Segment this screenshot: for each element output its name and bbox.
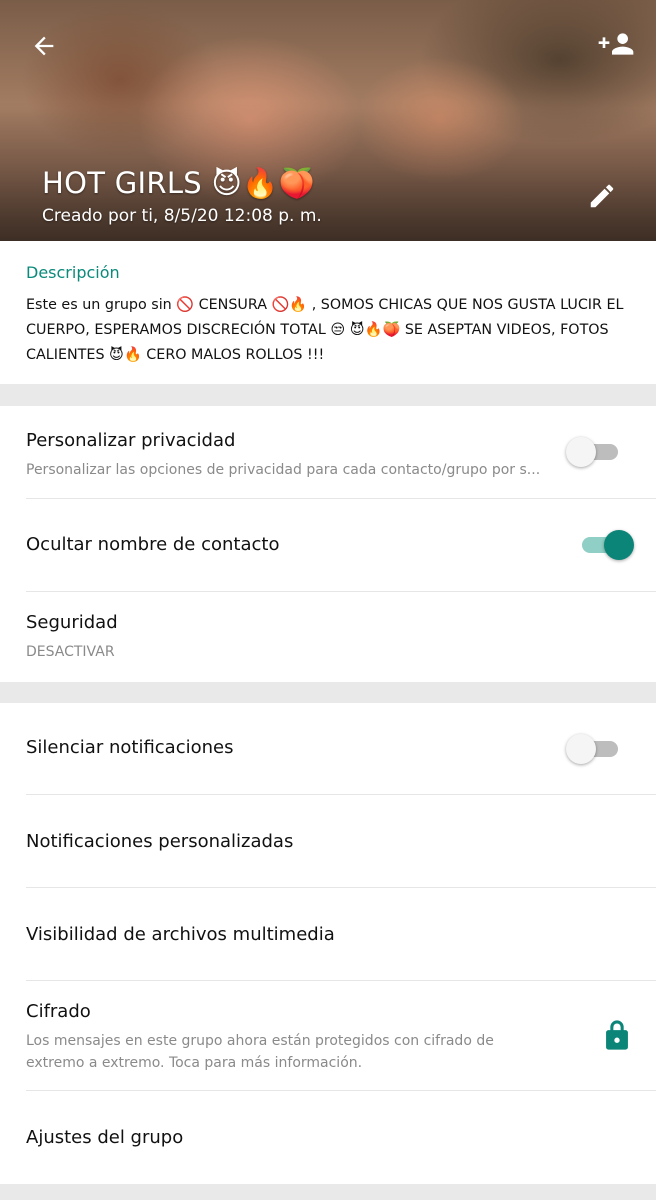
description-text: Este es un grupo sin 🚫 CENSURA 🚫🔥 , SOMO… — [26, 297, 624, 363]
group-settings-title: Ajustes del grupo — [26, 1127, 184, 1148]
encryption-row[interactable]: Cifrado Los mensajes en este grupo ahora… — [0, 981, 656, 1091]
toggle-thumb — [566, 734, 596, 764]
mute-notifications-title: Silenciar notificaciones — [26, 737, 234, 758]
custom-privacy-row[interactable]: Personalizar privacidad Personalizar las… — [0, 406, 656, 499]
custom-privacy-title: Personalizar privacidad — [26, 430, 236, 451]
privacy-section: Personalizar privacidad Personalizar las… — [0, 406, 656, 682]
security-title: Seguridad — [26, 612, 118, 633]
arrow-back-icon — [34, 36, 54, 56]
back-button[interactable] — [24, 26, 64, 66]
encryption-subtitle-line2: extremo a extremo. Toca para más informa… — [26, 1055, 363, 1071]
group-description-section[interactable]: Descripción Este es un grupo sin 🚫 CENSU… — [0, 241, 656, 384]
hide-contact-name-toggle[interactable] — [578, 528, 634, 562]
hide-contact-name-title: Ocultar nombre de contacto — [26, 534, 280, 555]
security-subtitle: DESACTIVAR — [26, 644, 115, 660]
media-visibility-row[interactable]: Visibilidad de archivos multimedia — [0, 888, 656, 981]
lock-icon — [606, 1020, 628, 1050]
toggle-thumb — [604, 530, 634, 560]
toggle-thumb — [566, 437, 596, 467]
custom-privacy-toggle[interactable] — [566, 435, 622, 469]
add-participant-icon — [598, 33, 634, 55]
custom-privacy-subtitle: Personalizar las opciones de privacidad … — [26, 462, 541, 478]
security-row[interactable]: Seguridad DESACTIVAR — [0, 592, 656, 682]
group-header: HOT GIRLS 😈🔥🍑 Creado por ti, 8/5/20 12:0… — [0, 0, 656, 241]
group-title: HOT GIRLS 😈🔥🍑 — [42, 166, 315, 200]
mute-notifications-row[interactable]: Silenciar notificaciones — [0, 703, 656, 795]
custom-notifications-row[interactable]: Notificaciones personalizadas — [0, 795, 656, 888]
group-settings-section: Silenciar notificaciones Notificaciones … — [0, 703, 656, 1184]
hide-contact-name-row[interactable]: Ocultar nombre de contacto — [0, 499, 656, 592]
group-settings-row[interactable]: Ajustes del grupo — [0, 1091, 656, 1184]
custom-notifications-title: Notificaciones personalizadas — [26, 831, 294, 852]
encryption-title: Cifrado — [26, 1001, 91, 1022]
edit-group-name-button[interactable] — [580, 176, 624, 216]
description-label: Descripción — [26, 263, 120, 282]
encryption-subtitle-line1: Los mensajes en este grupo ahora están p… — [26, 1033, 494, 1049]
bottom-divider — [0, 1184, 656, 1200]
media-visibility-title: Visibilidad de archivos multimedia — [26, 924, 335, 945]
add-participant-button[interactable] — [592, 24, 640, 64]
mute-notifications-toggle[interactable] — [566, 732, 622, 766]
group-created-info: Creado por ti, 8/5/20 12:08 p. m. — [42, 206, 322, 226]
pencil-icon — [590, 184, 614, 208]
